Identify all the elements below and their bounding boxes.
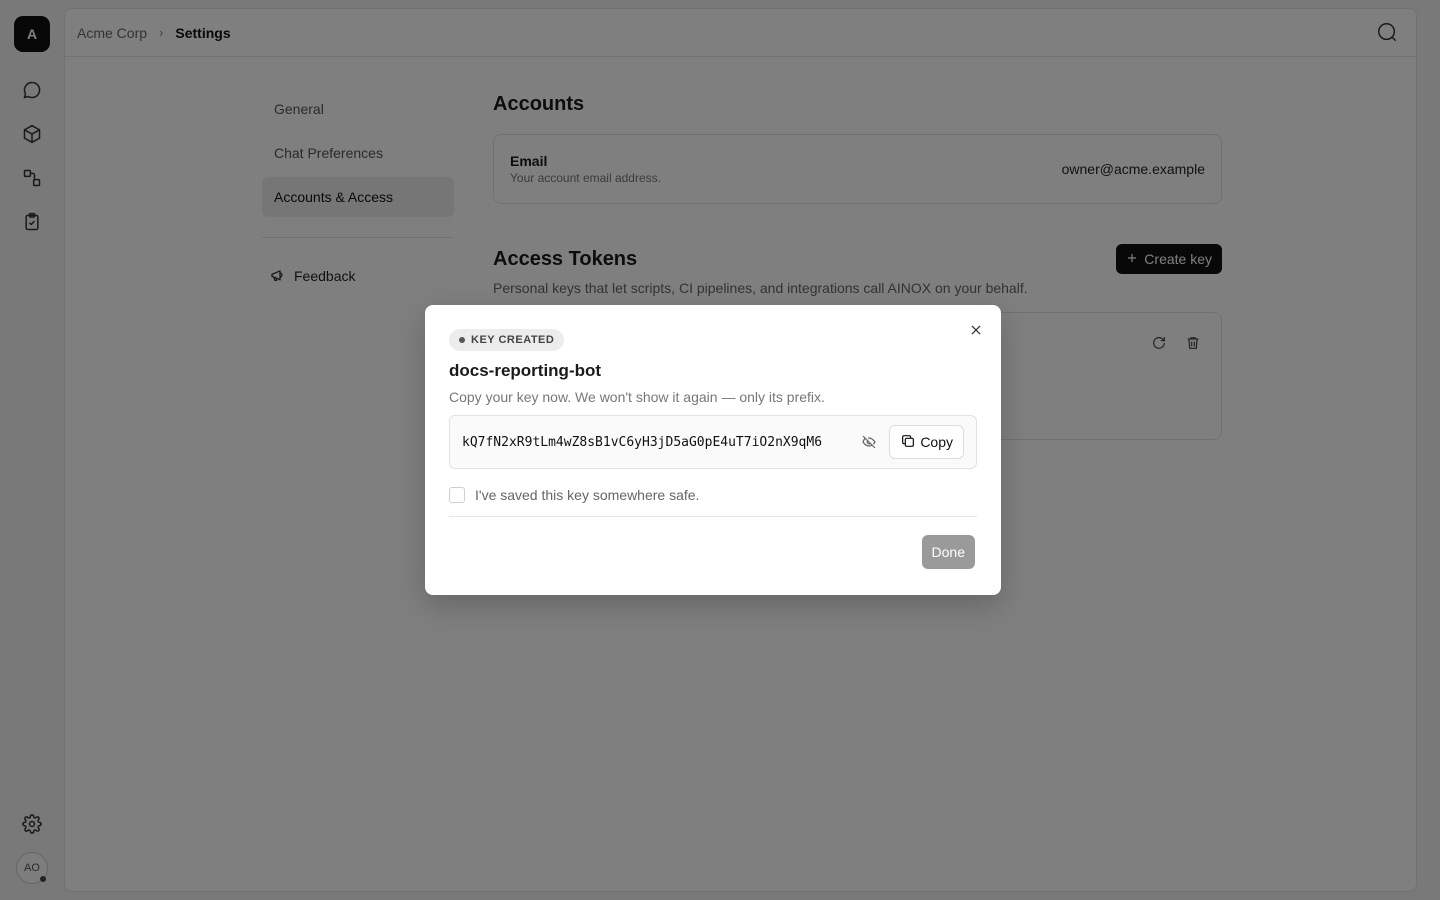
dialog-divider <box>449 516 977 517</box>
saved-confirmation: I've saved this key somewhere safe. <box>449 487 977 503</box>
copy-button[interactable]: Copy <box>889 425 964 459</box>
saved-checkbox[interactable] <box>449 487 465 503</box>
close-icon[interactable] <box>967 321 985 339</box>
eye-off-icon[interactable] <box>857 430 881 454</box>
key-value[interactable]: kQ7fN2xR9tLm4wZ8sB1vC6yH3jD5aG0pE4uT7iO2… <box>462 435 857 450</box>
dialog-title: docs-reporting-bot <box>449 361 602 380</box>
dialog-subtitle: Copy your key now. We won't show it agai… <box>449 389 825 405</box>
saved-checkbox-label[interactable]: I've saved this key somewhere safe. <box>475 487 699 503</box>
badge-dot <box>459 337 465 343</box>
done-button[interactable]: Done <box>921 535 975 569</box>
key-created-badge: KEY CREATED <box>449 329 565 351</box>
key-created-dialog: KEY CREATED docs-reporting-bot Copy your… <box>425 305 1001 595</box>
copy-icon <box>900 433 916 452</box>
badge-label: KEY CREATED <box>471 334 555 346</box>
copy-label: Copy <box>920 434 953 450</box>
key-display: kQ7fN2xR9tLm4wZ8sB1vC6yH3jD5aG0pE4uT7iO2… <box>449 415 977 469</box>
